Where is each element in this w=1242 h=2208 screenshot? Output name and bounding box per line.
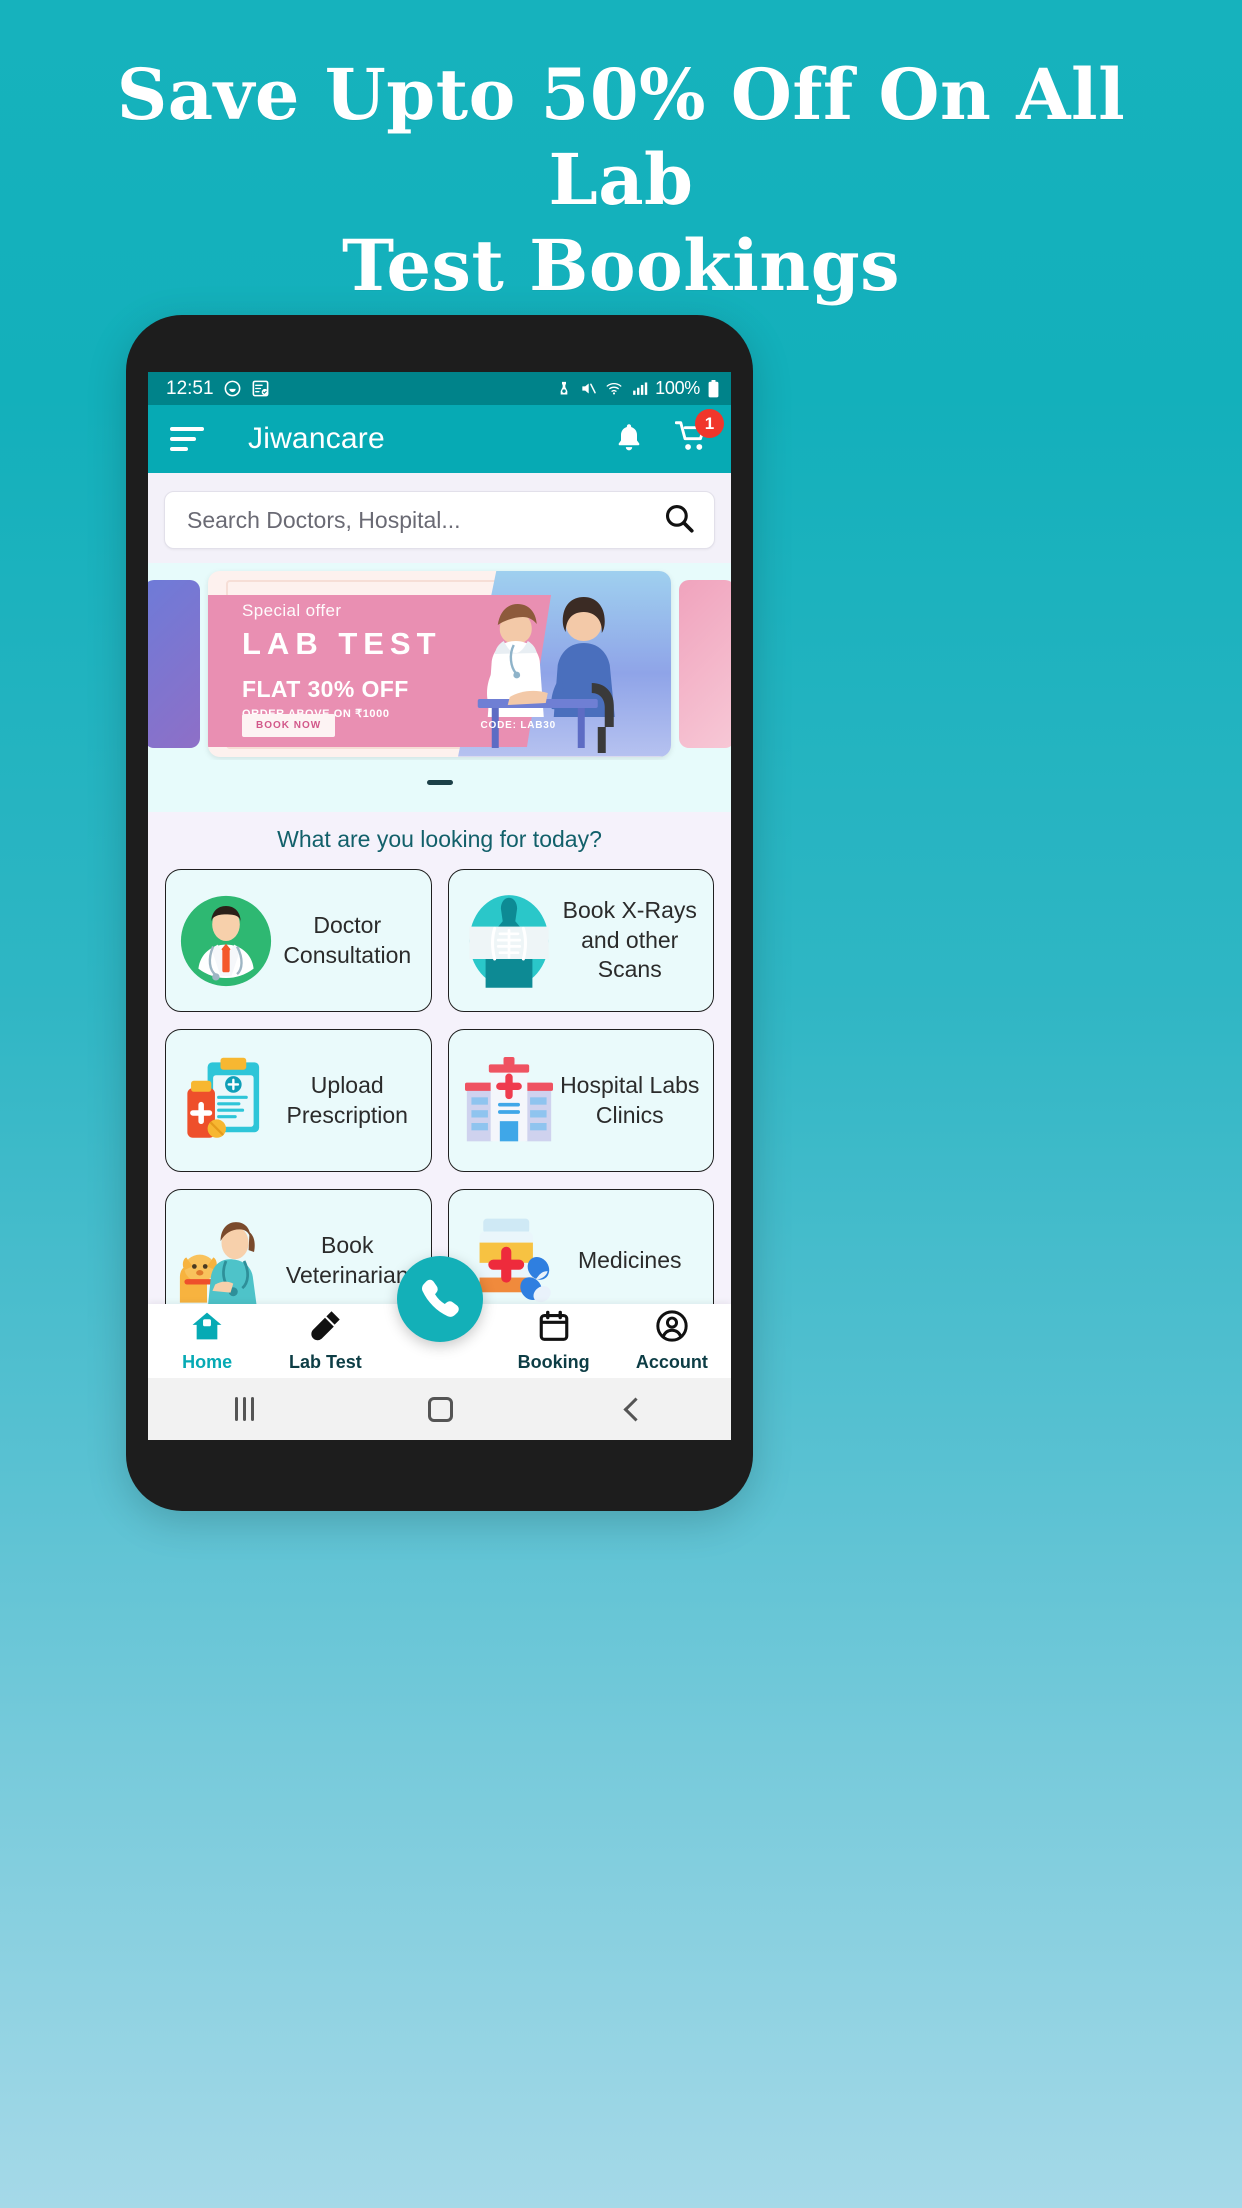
category-label-line1: Hospital Labs xyxy=(560,1072,700,1099)
recent-apps-icon[interactable] xyxy=(235,1397,254,1421)
categories-section: What are you looking for today? Doctor C… xyxy=(148,812,731,1332)
test-tube-icon xyxy=(308,1309,342,1348)
category-label-line1: Upload xyxy=(310,1072,384,1099)
banner-carousel[interactable]: Special offer LAB TEST FLAT 30% OFF ORDE… xyxy=(148,567,731,760)
nav-item-lab-test[interactable]: Lab Test xyxy=(266,1309,384,1373)
banner-promo-code: CODE: LAB30 xyxy=(480,719,556,731)
nav-item-account[interactable]: Account xyxy=(613,1309,731,1373)
search-box[interactable] xyxy=(164,491,715,549)
banner-special-label: Special offer xyxy=(242,600,342,620)
category-label-line2: Consultation xyxy=(283,941,412,968)
hospital-building-icon xyxy=(461,1053,557,1149)
call-fab-button[interactable] xyxy=(396,1256,483,1342)
banner-slide-current[interactable]: Special offer LAB TEST FLAT 30% OFF ORDE… xyxy=(208,570,671,757)
app-title: Jiwancare xyxy=(248,422,385,455)
shopping-cart-icon[interactable]: 1 xyxy=(674,409,724,458)
search-input[interactable] xyxy=(187,506,662,534)
category-label: Book X-Rays and other Scans xyxy=(557,896,706,984)
banner-slide-previous[interactable] xyxy=(148,579,200,748)
doctor-avatar-icon xyxy=(178,893,274,989)
back-chevron-icon[interactable] xyxy=(623,1396,648,1422)
category-label-line2: Veterinarian xyxy=(285,1261,409,1288)
banner-copy: Special offer LAB TEST FLAT 30% OFF ORDE… xyxy=(242,601,442,720)
xray-scan-icon xyxy=(461,893,557,989)
banner-book-now-button[interactable]: BOOK NOW xyxy=(242,713,336,737)
category-tile-hospital-labs-clinics[interactable]: Hospital Labs Clinics xyxy=(447,1029,714,1172)
category-label-line2: and other Scans xyxy=(581,926,679,983)
nav-item-booking[interactable]: Booking xyxy=(495,1309,613,1373)
search-section xyxy=(148,473,731,563)
account-circle-icon xyxy=(655,1309,689,1348)
category-label: Hospital Labs Clinics xyxy=(557,1071,706,1130)
prescription-upload-icon xyxy=(178,1053,274,1149)
category-tile-doctor-consultation[interactable]: Doctor Consultation xyxy=(165,869,432,1012)
category-label-line2: Prescription xyxy=(286,1101,408,1128)
banner-carousel-section: Special offer LAB TEST FLAT 30% OFF ORDE… xyxy=(148,563,731,812)
categories-heading: What are you looking for today? xyxy=(277,826,602,852)
mute-icon xyxy=(579,380,597,397)
category-label-line1: Medicines xyxy=(577,1246,682,1273)
alarm-icon xyxy=(223,379,242,398)
bell-icon[interactable] xyxy=(613,421,645,458)
battery-percent-label: 100% xyxy=(655,378,700,398)
phone-call-icon xyxy=(418,1275,462,1324)
status-bar: 12:51 100% xyxy=(148,372,731,405)
category-tile-book-xrays[interactable]: Book X-Rays and other Scans xyxy=(447,869,714,1012)
nav-label: Home xyxy=(182,1352,233,1372)
search-icon[interactable] xyxy=(662,501,696,540)
banner-discount: FLAT 30% OFF xyxy=(242,675,409,702)
banner-slide-next[interactable] xyxy=(679,579,731,748)
calendar-icon xyxy=(537,1309,571,1348)
category-label-line2: Clinics xyxy=(595,1101,664,1128)
veterinarian-icon xyxy=(178,1213,274,1309)
promo-line-1: Save Upto 50% Off On All Lab xyxy=(116,53,1126,222)
carousel-page-indicator[interactable] xyxy=(148,772,731,790)
category-label: Doctor Consultation xyxy=(274,911,423,970)
dnd-icon xyxy=(556,380,572,397)
android-system-nav xyxy=(148,1378,731,1440)
category-label: Upload Prescription xyxy=(274,1071,423,1130)
banner-title: LAB TEST xyxy=(242,625,442,661)
category-tile-upload-prescription[interactable]: Upload Prescription xyxy=(165,1029,432,1172)
category-label-line1: Book X-Rays xyxy=(562,897,697,924)
carousel-dot-active[interactable] xyxy=(426,780,453,785)
promo-line-2: Test Bookings xyxy=(341,223,901,307)
tasks-icon xyxy=(251,379,270,398)
phone-frame: 12:51 100% Jiwancare 1 Search Doctors, H… xyxy=(126,315,753,1511)
home-square-icon[interactable] xyxy=(428,1396,453,1422)
category-label-line1: Doctor xyxy=(313,912,382,939)
category-label: Medicines xyxy=(557,1246,706,1275)
nav-item-home[interactable]: Home xyxy=(148,1309,266,1373)
status-bar-time: 12:51 xyxy=(166,377,214,399)
nav-label: Account xyxy=(635,1352,708,1372)
hamburger-menu-icon[interactable] xyxy=(170,427,204,451)
home-icon xyxy=(189,1309,225,1348)
battery-icon xyxy=(707,379,720,398)
wifi-icon xyxy=(604,380,624,397)
phone-screen: 12:51 100% Jiwancare 1 Search Doctors, H… xyxy=(148,372,731,1440)
nav-label: Lab Test xyxy=(289,1352,362,1372)
promo-headline: Save Upto 50% Off On All Lab Test Bookin… xyxy=(0,52,1242,308)
nav-label: Booking xyxy=(517,1352,590,1372)
app-bar: Jiwancare 1 xyxy=(148,405,731,473)
category-label-line1: Book xyxy=(321,1232,374,1259)
cart-badge: 1 xyxy=(695,409,724,438)
signal-icon xyxy=(631,380,648,397)
